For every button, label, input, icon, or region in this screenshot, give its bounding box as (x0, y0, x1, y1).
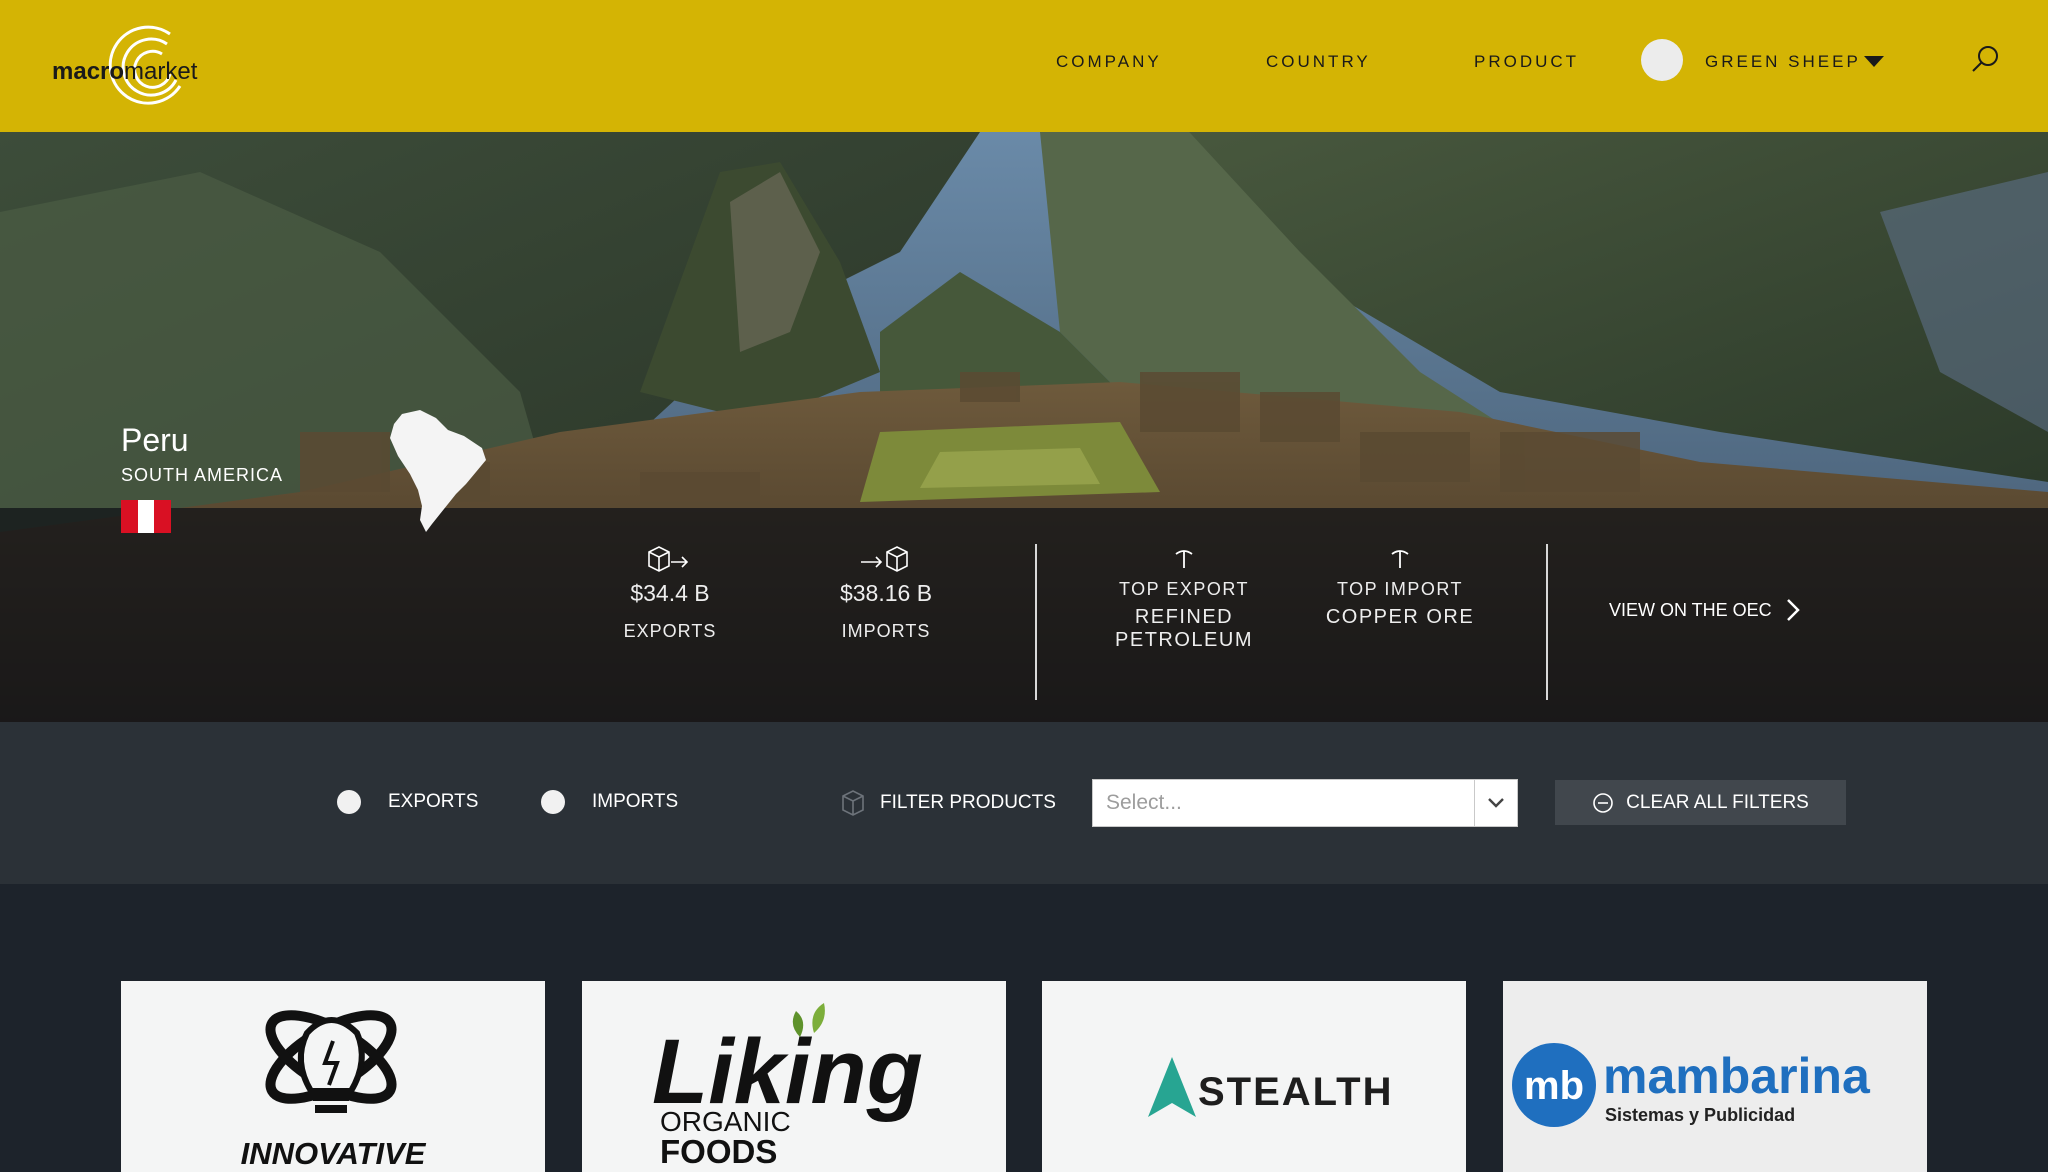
product-select[interactable] (1092, 779, 1518, 827)
caret-down-icon[interactable] (1864, 56, 1884, 67)
product-select-input[interactable] (1093, 780, 1473, 826)
mambarina-logo: mb mambarina Sistemas y Publicidad (1512, 1043, 1871, 1127)
flag-stripe-left (121, 500, 138, 533)
svg-text:mambarina: mambarina (1603, 1048, 1871, 1104)
svg-text:INNOVATIVE: INNOVATIVE (241, 1136, 427, 1171)
peru-flag-icon (121, 500, 172, 533)
exports-radio-label[interactable]: EXPORTS (388, 791, 478, 813)
chevron-down-icon[interactable] (1474, 780, 1518, 826)
macromarket-logo[interactable]: macromarket (52, 24, 212, 108)
top-export-label: TOP EXPORT (1118, 579, 1250, 599)
exports-label: EXPORTS (623, 621, 717, 641)
country-name: Peru (121, 422, 189, 458)
stats-divider-left (1035, 544, 1037, 700)
svg-text:mb: mb (1524, 1064, 1584, 1108)
chevron-right-icon (1786, 599, 1800, 621)
user-name[interactable]: GREEN SHEEP (1705, 52, 1861, 72)
country-hero (0, 132, 2048, 722)
svg-text:FOODS: FOODS (660, 1133, 777, 1170)
search-icon[interactable] (1970, 44, 2000, 74)
country-region: SOUTH AMERICA (121, 465, 284, 485)
south-america-map-icon (390, 410, 486, 532)
imports-radio[interactable] (541, 790, 565, 814)
top-nav-bar: macromarket COMPANY COUNTRY PRODUCT GREE… (0, 0, 2048, 132)
stats-divider-right (1546, 544, 1548, 700)
exports-stat: $34.4 B EXPORTS (610, 544, 730, 642)
user-avatar[interactable] (1641, 39, 1683, 81)
svg-text:Sistemas y Publicidad: Sistemas y Publicidad (1605, 1105, 1795, 1125)
exports-value: $34.4 B (630, 580, 710, 606)
imports-value: $38.16 B (839, 580, 933, 606)
oec-link-label: VIEW ON THE OEC (1609, 599, 1772, 620)
svg-text:STEALTH: STEALTH (1198, 1070, 1393, 1114)
top-export-value: REFINED PETROLEUM (1115, 606, 1253, 651)
top-import-value: COPPER ORE (1325, 606, 1475, 628)
pickaxe-icon (1391, 550, 1409, 568)
company-card-liking[interactable]: Liking ORGANIC FOODS (582, 981, 1006, 1172)
stealth-logo: STEALTH (1148, 1057, 1393, 1117)
export-box-icon (648, 546, 689, 572)
nav-company[interactable]: COMPANY (1056, 52, 1162, 72)
liking-logo: Liking ORGANIC FOODS (652, 1003, 923, 1170)
flag-stripe-center (137, 500, 155, 533)
filter-products-label: FILTER PRODUCTS (880, 792, 1056, 813)
top-import-stat: TOP IMPORT COPPER ORE (1280, 548, 1520, 629)
imports-stat: $38.16 B IMPORTS (826, 544, 946, 642)
exports-radio[interactable] (337, 790, 361, 814)
minus-circle-icon (1593, 792, 1613, 813)
imports-radio-label[interactable]: IMPORTS (592, 791, 678, 813)
product-box-icon (842, 790, 864, 816)
import-box-icon (861, 546, 908, 572)
company-card-innovative[interactable]: INNOVATIVE (121, 981, 545, 1172)
imports-label: IMPORTS (841, 621, 931, 641)
logo-wordmark: macromarket (52, 58, 198, 85)
pickaxe-icon (1175, 550, 1193, 568)
view-on-oec-link[interactable]: VIEW ON THE OEC (1609, 598, 1800, 622)
clear-all-filters-label: CLEAR ALL FILTERS (1626, 791, 1809, 813)
innovative-logo: INNOVATIVE (241, 1010, 427, 1171)
top-import-label: TOP IMPORT (1336, 579, 1464, 599)
company-card-mambarina[interactable]: mb mambarina Sistemas y Publicidad (1503, 981, 1927, 1172)
top-export-stat: TOP EXPORT REFINED PETROLEUM (1064, 548, 1304, 652)
nav-product[interactable]: PRODUCT (1474, 52, 1579, 72)
clear-all-filters-button[interactable]: CLEAR ALL FILTERS (1555, 780, 1846, 825)
company-card-stealth[interactable]: STEALTH (1042, 981, 1466, 1172)
flag-stripe-right (154, 500, 172, 533)
filter-products: FILTER PRODUCTS (840, 789, 1056, 817)
nav-country[interactable]: COUNTRY (1266, 52, 1371, 72)
